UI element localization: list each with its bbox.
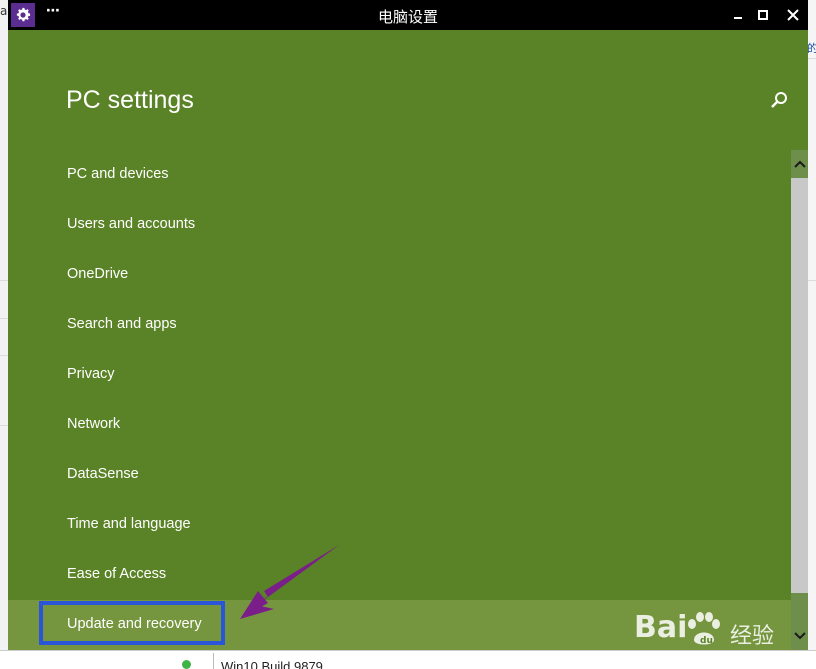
background-separator — [213, 653, 214, 669]
annotation-arrow — [240, 545, 339, 619]
close-icon — [787, 9, 799, 21]
nav-item-label: Ease of Access — [67, 566, 167, 582]
status-dot — [182, 660, 191, 669]
watermark-url: jingyan.baidu.com — [636, 658, 793, 669]
background-divider — [0, 425, 8, 426]
background-bottom-text: Win10 Build 9879 — [221, 659, 323, 669]
nav-item-users-and-accounts[interactable]: Users and accounts — [8, 200, 792, 250]
nav-item-pc-and-devices[interactable]: PC and devices — [8, 150, 792, 200]
minimize-button[interactable] — [724, 2, 752, 28]
background-divider — [0, 318, 8, 319]
maximize-button[interactable] — [749, 2, 777, 28]
nav-item-datasense[interactable]: DataSense — [8, 450, 792, 500]
nav-item-label: Search and apps — [67, 316, 177, 332]
scroll-up-button[interactable] — [791, 152, 808, 176]
nav-item-privacy[interactable]: Privacy — [8, 350, 792, 400]
nav-item-ease-of-access[interactable]: Ease of Access — [8, 550, 792, 600]
nav-item-label: DataSense — [67, 466, 139, 482]
background-divider — [808, 58, 816, 59]
scrollbar[interactable] — [791, 150, 808, 650]
svg-text:du: du — [700, 636, 713, 646]
window-title: 电脑设置 — [377, 8, 438, 26]
settings-panel: PC settings PC and devices Users and acc… — [8, 30, 808, 669]
nav-item-onedrive[interactable]: OneDrive — [8, 250, 792, 300]
nav-item-network[interactable]: Network — [8, 400, 792, 450]
background-left-edge — [0, 0, 8, 669]
nav-item-label: Privacy — [67, 366, 115, 382]
background-right-text: 的 — [807, 42, 816, 55]
nav-item-label: Time and language — [67, 516, 191, 532]
watermark-brand: Bai — [634, 610, 688, 645]
background-right-edge — [808, 0, 816, 669]
nav-item-label: OneDrive — [67, 266, 129, 282]
chevron-up-icon — [793, 160, 806, 168]
background-left-text: a — [0, 4, 8, 18]
title-bar[interactable]: ⋯ 电脑设置 — [8, 0, 808, 30]
watermark-cn: 经验 — [730, 624, 775, 649]
background-divider — [808, 280, 816, 281]
paw-icon: du — [688, 612, 720, 646]
minimize-icon — [734, 17, 742, 19]
background-divider — [0, 280, 8, 281]
close-button[interactable] — [779, 2, 807, 28]
nav-item-search-and-apps[interactable]: Search and apps — [8, 300, 792, 350]
nav-item-label: PC and devices — [67, 166, 169, 182]
search-icon[interactable] — [769, 90, 789, 110]
scroll-thumb[interactable] — [791, 178, 808, 593]
nav-item-label: Network — [67, 416, 121, 432]
page-title: PC settings — [66, 86, 194, 114]
nav-item-time-and-language[interactable]: Time and language — [8, 500, 792, 550]
background-divider — [0, 355, 8, 356]
maximize-icon — [758, 10, 768, 20]
nav-item-label: Users and accounts — [67, 216, 196, 232]
baidu-watermark: Bai du 经验 jingyan.baidu.com — [626, 610, 806, 669]
nav-item-label: Update and recovery — [67, 616, 202, 632]
